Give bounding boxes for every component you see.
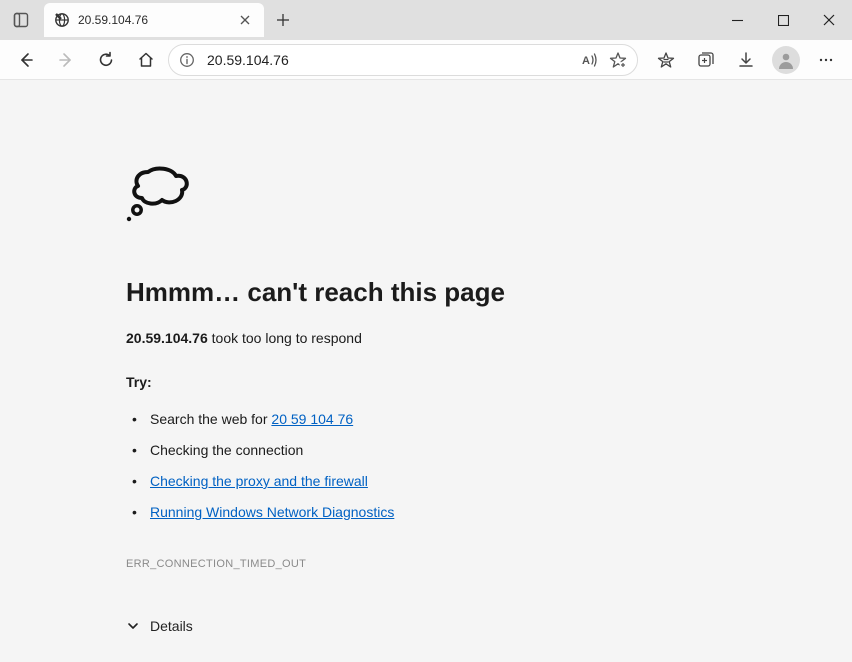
toolbar-right [648,44,844,76]
suggestion-diagnostics: Running Windows Network Diagnostics [130,497,702,528]
svg-text:A: A [582,55,590,67]
maximize-button[interactable] [760,4,806,36]
close-window-button[interactable] [806,4,852,36]
tab-close-icon[interactable] [236,11,254,29]
tab-actions-icon[interactable] [4,3,38,37]
suggestion-connection: Checking the connection [130,435,702,466]
suggestion-search-prefix: Search the web for [150,411,271,427]
avatar-icon [772,46,800,74]
error-page: Hmmm… can't reach this page 20.59.104.76… [126,160,726,634]
search-web-link[interactable]: 20 59 104 76 [271,411,353,427]
downloads-button[interactable] [728,44,764,76]
error-host: 20.59.104.76 [126,330,208,346]
tabstrip: 20.59.104.76 [0,0,298,40]
tab-favicon [54,12,70,28]
try-label: Try: [126,374,702,390]
error-subline: 20.59.104.76 took too long to respond [126,330,702,346]
settings-more-button[interactable] [808,44,844,76]
error-code: ERR_CONNECTION_TIMED_OUT [126,558,702,570]
refresh-button[interactable] [88,44,124,76]
suggestion-proxy: Checking the proxy and the firewall [130,466,702,497]
minimize-button[interactable] [714,4,760,36]
proxy-firewall-link[interactable]: Checking the proxy and the firewall [150,473,368,489]
site-info-icon[interactable] [179,52,195,68]
error-headline: Hmmm… can't reach this page [126,277,702,308]
page-content: Hmmm… can't reach this page 20.59.104.76… [0,80,852,662]
chevron-down-icon [126,619,140,633]
tab-title: 20.59.104.76 [78,13,228,27]
details-label: Details [150,618,193,634]
url-input[interactable] [205,51,571,69]
browser-window: 20.59.104.76 [0,0,852,662]
error-subtext: took too long to respond [208,330,362,346]
forward-button[interactable] [48,44,84,76]
details-toggle[interactable]: Details [126,618,702,634]
favorites-button[interactable] [648,44,684,76]
window-controls [714,0,852,40]
home-button[interactable] [128,44,164,76]
network-diagnostics-link[interactable]: Running Windows Network Diagnostics [150,504,394,520]
titlebar: 20.59.104.76 [0,0,852,40]
suggestion-search: Search the web for 20 59 104 76 [130,404,702,435]
profile-button[interactable] [768,44,804,76]
omnibox-actions: A [581,51,627,69]
suggestions-list: Search the web for 20 59 104 76 Checking… [126,404,702,528]
new-tab-button[interactable] [268,5,298,35]
read-aloud-icon[interactable]: A [581,51,599,69]
thought-bubble-icon [126,160,196,225]
favorite-icon[interactable] [609,51,627,69]
navigation-toolbar: A [0,40,852,80]
browser-tab[interactable]: 20.59.104.76 [44,3,264,37]
back-button[interactable] [8,44,44,76]
address-bar[interactable]: A [168,44,638,76]
collections-button[interactable] [688,44,724,76]
